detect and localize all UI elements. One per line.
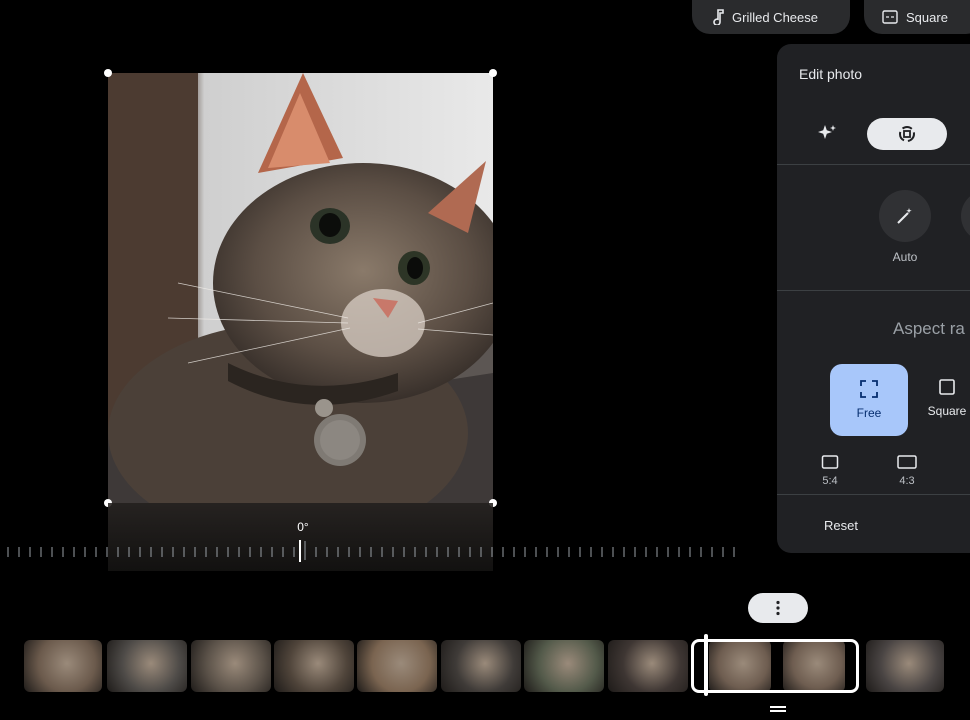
edit-panel: Edit photo Auto Aspect ra Free Square 5:… [777, 44, 970, 553]
aspect-ratio-title: Aspect ra [893, 319, 965, 338]
filmstrip-thumbnail[interactable] [274, 640, 354, 692]
square-label: Square [927, 404, 967, 418]
auto-button-2[interactable] [961, 190, 970, 242]
auto-button[interactable] [879, 190, 931, 242]
divider [777, 494, 970, 495]
panel-title: Edit photo [799, 66, 863, 82]
music-note-icon [713, 9, 724, 25]
sparkle-icon[interactable] [815, 122, 839, 151]
filmstrip-thumbnail[interactable] [441, 640, 521, 692]
crop-handle-top-right[interactable] [489, 69, 497, 77]
playhead[interactable] [704, 634, 708, 696]
rotation-angle: 0° [297, 520, 309, 534]
drag-handle[interactable] [770, 706, 786, 712]
more-vert-icon [776, 600, 780, 616]
crop-rotate-icon [899, 126, 915, 142]
filmstrip-thumbnail[interactable] [24, 640, 102, 692]
magic-wand-icon [897, 208, 912, 224]
music-label: Grilled Cheese [732, 9, 818, 25]
free-crop-icon [860, 380, 878, 398]
format-chip[interactable]: Square [864, 0, 970, 34]
rotation-ruler[interactable] [0, 540, 740, 566]
photo-canvas[interactable] [108, 73, 493, 503]
aspect-icon [882, 10, 898, 24]
ratio-icon [821, 455, 839, 469]
square-aspect-button[interactable]: Square [917, 378, 970, 418]
crop-rotate-tool[interactable] [867, 118, 947, 150]
format-label: Square [906, 9, 948, 25]
selected-clip[interactable] [691, 639, 859, 693]
square-icon [939, 379, 955, 395]
filmstrip-thumbnail[interactable] [524, 640, 604, 692]
ratio-label: 4:3 [899, 475, 915, 487]
crop-handle-top-left[interactable] [104, 69, 112, 77]
filmstrip-thumbnail[interactable] [357, 640, 437, 692]
ratio-4-3-button[interactable]: 4:3 [887, 454, 927, 487]
divider [777, 290, 970, 291]
ratio-5-4-button[interactable]: 5:4 [810, 454, 850, 487]
free-aspect-button[interactable]: Free [830, 364, 908, 436]
reset-button[interactable]: Reset [824, 518, 858, 533]
filmstrip-thumbnail[interactable] [107, 640, 187, 692]
filmstrip-thumbnail[interactable] [866, 640, 944, 692]
ratio-label: 5:4 [822, 475, 838, 487]
ratio-icon [897, 455, 917, 469]
divider [777, 164, 970, 165]
music-chip[interactable]: Grilled Cheese [692, 0, 850, 34]
auto-label: Auto [892, 250, 918, 264]
filmstrip-thumbnail[interactable] [191, 640, 271, 692]
more-options-button[interactable] [748, 593, 808, 623]
filmstrip-thumbnail[interactable] [608, 640, 688, 692]
free-label: Free [856, 406, 882, 420]
